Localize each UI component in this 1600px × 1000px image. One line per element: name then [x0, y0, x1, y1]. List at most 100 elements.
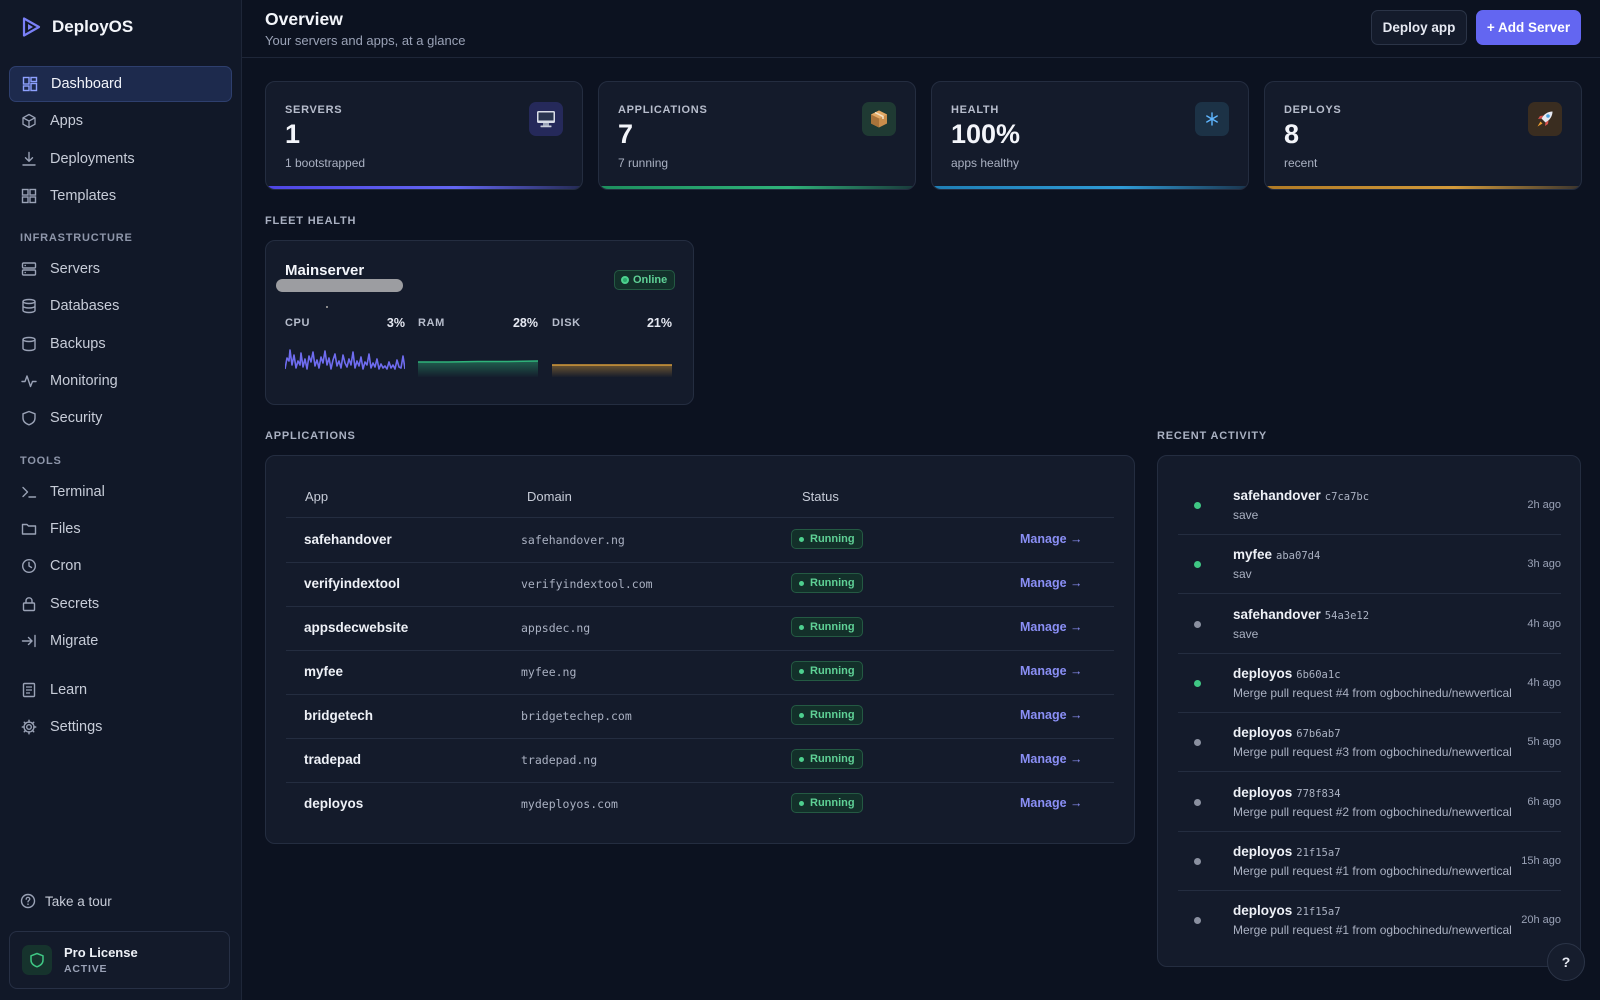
status-label: Running: [810, 577, 855, 589]
rocket-icon: [1528, 102, 1562, 136]
license-title: Pro License: [64, 945, 138, 960]
status-badge-label: Online: [633, 274, 668, 286]
app-domain[interactable]: appsdec.ng: [521, 621, 590, 635]
manage-link[interactable]: Manage →: [1020, 620, 1083, 634]
app-domain[interactable]: tradepad.ng: [521, 753, 597, 767]
stat-card-health[interactable]: HEALTH 100% apps healthy: [931, 81, 1249, 190]
commit-message: Merge pull request #1 from ogbochinedu/n…: [1233, 863, 1512, 878]
activity-item[interactable]: deployos 6b60a1c Merge pull request #4 fro…: [1178, 654, 1561, 713]
activity-item[interactable]: deployos 21f15a7 Merge pull request #1 fro…: [1178, 832, 1561, 891]
column-header-domain[interactable]: Domain: [527, 489, 572, 504]
table-row[interactable]: appsdecwebsite appsdec.ng Running Manage →: [286, 606, 1114, 650]
table-row[interactable]: tradepad tradepad.ng Running Manage →: [286, 738, 1114, 782]
app-domain[interactable]: verifyindextool.com: [521, 577, 653, 591]
page-header: Overview Your servers and apps, at a gla…: [242, 0, 1600, 58]
sidebar-item-deployments[interactable]: Deployments: [9, 141, 232, 177]
activity-item[interactable]: safehandover 54a3e12 save 4h ago: [1178, 595, 1561, 654]
sidebar-item-cron[interactable]: Cron: [9, 548, 232, 584]
app-domain[interactable]: myfee.ng: [521, 665, 576, 679]
sidebar-item-learn[interactable]: Learn: [9, 672, 232, 708]
shield-icon: [22, 411, 36, 426]
sidebar-item-settings[interactable]: Settings: [9, 709, 232, 745]
metric-value: 21%: [646, 316, 672, 330]
table-row[interactable]: deployos mydeployos.com Running Manage →: [286, 782, 1114, 826]
sidebar-item-templates[interactable]: Templates: [9, 178, 232, 214]
manage-link[interactable]: Manage →: [1020, 576, 1083, 590]
commit-hash: 6b60a1c: [1296, 668, 1341, 681]
sidebar-item-dashboard[interactable]: Dashboard: [9, 66, 232, 102]
commit-message: Merge pull request #2 from ogbochinedu/n…: [1233, 804, 1512, 819]
nav-section-tools: TOOLS: [20, 454, 62, 467]
sidebar-item-apps[interactable]: Apps: [9, 103, 232, 139]
sidebar-item-security[interactable]: Security: [9, 400, 232, 436]
manage-link[interactable]: Manage →: [1020, 708, 1083, 722]
stat-value: 8: [1284, 119, 1300, 149]
sidebar-item-servers[interactable]: Servers: [9, 251, 232, 287]
license-status: ACTIVE: [64, 963, 108, 975]
sidebar-nav: Dashboard Apps Deployments Templates INF…: [0, 54, 241, 745]
activity-item[interactable]: deployos 21f15a7 Merge pull request #1 fro…: [1178, 891, 1561, 950]
activity-time: 15h ago: [1521, 854, 1561, 867]
manage-link[interactable]: Manage →: [1020, 796, 1083, 810]
table-row[interactable]: verifyindextool verifyindextool.com Runnin…: [286, 562, 1114, 606]
app-name: deployos: [304, 796, 364, 811]
help-circle-icon: [20, 893, 36, 909]
commit-message: Merge pull request #1 from ogbochinedu/n…: [1233, 923, 1512, 938]
gear-icon: [21, 720, 37, 735]
table-row[interactable]: bridgetech bridgetechep.com Running Manage …: [286, 694, 1114, 738]
activity-item[interactable]: myfee aba07d4 sav 3h ago: [1178, 535, 1561, 595]
table-row[interactable]: safehandover safehandover.ng Running Manage…: [286, 518, 1114, 562]
help-button[interactable]: ?: [1547, 943, 1585, 981]
metric-value: 28%: [512, 316, 538, 330]
sidebar-item-monitoring[interactable]: Monitoring: [9, 363, 232, 399]
sidebar-item-label: Templates: [50, 187, 117, 204]
manage-link[interactable]: Manage →: [1020, 532, 1083, 546]
sidebar-item-label: Databases: [50, 298, 120, 315]
activity-time: 2h ago: [1527, 499, 1561, 511]
stat-card-deploys[interactable]: DEPLOYS 8 recent: [1264, 81, 1582, 190]
table-row[interactable]: myfee myfee.ng Running Manage →: [286, 650, 1114, 694]
manage-link[interactable]: Manage →: [1020, 664, 1083, 678]
activity-item[interactable]: deployos 778f834 Merge pull request #2 fro…: [1178, 773, 1561, 832]
take-a-tour-link[interactable]: Take a tour: [20, 893, 112, 909]
column-header-app[interactable]: App: [305, 489, 328, 504]
stat-card-servers[interactable]: SERVERS 1 1 bootstrapped: [265, 81, 583, 190]
activity-status-dot-icon: [1194, 620, 1201, 628]
server-card-mainserver[interactable]: Mainserver Online CPU 3% RAM 28% DISK 21…: [265, 240, 694, 405]
activity-status-dot-icon: [1194, 679, 1201, 687]
server-name: Mainserver: [285, 262, 365, 279]
deploy-app-button[interactable]: Deploy app: [1371, 10, 1467, 45]
brand[interactable]: DeployOS: [0, 0, 241, 54]
sidebar-item-databases[interactable]: Databases: [9, 288, 232, 324]
sidebar-item-files[interactable]: Files: [9, 511, 232, 547]
app-domain[interactable]: safehandover.ng: [521, 533, 625, 547]
page-title: Overview: [265, 9, 343, 29]
sidebar-item-terminal[interactable]: Terminal: [9, 474, 232, 510]
column-header-status[interactable]: Status: [802, 489, 839, 504]
stat-label: HEALTH: [951, 104, 999, 116]
activity-time: 20h ago: [1521, 914, 1561, 927]
stat-card-applications[interactable]: APPLICATIONS 7 7 running: [598, 81, 916, 190]
app-name: DeployOS: [52, 17, 134, 36]
manage-link[interactable]: Manage →: [1020, 752, 1083, 766]
sidebar-item-secrets[interactable]: Secrets: [9, 586, 232, 622]
stat-value: 100%: [951, 119, 1021, 149]
sidebar-item-backups[interactable]: Backups: [9, 326, 232, 362]
monitor-icon: [529, 102, 563, 136]
commit-message: save: [1233, 508, 1259, 522]
commit-hash: 21f15a7: [1296, 906, 1341, 919]
app-domain[interactable]: bridgetechep.com: [521, 709, 632, 723]
license-card[interactable]: Pro License ACTIVE: [9, 931, 230, 989]
commit-message: sav: [1233, 567, 1252, 582]
dashboard-icon: [22, 76, 38, 92]
activity-item[interactable]: safehandover c7ca7bc save 2h ago: [1178, 476, 1561, 535]
status-badge: Running: [791, 661, 863, 681]
server-icon: [21, 262, 37, 276]
app-domain[interactable]: mydeployos.com: [521, 797, 618, 811]
activity-item[interactable]: deployos 67b6ab7 Merge pull request #3 fro…: [1178, 713, 1561, 773]
package-icon: [862, 102, 896, 136]
stat-sub: apps healthy: [951, 156, 1020, 170]
sidebar-item-migrate[interactable]: Migrate: [9, 623, 232, 659]
commit-hash: 21f15a7: [1296, 846, 1341, 859]
add-server-button[interactable]: + Add Server: [1476, 10, 1581, 45]
